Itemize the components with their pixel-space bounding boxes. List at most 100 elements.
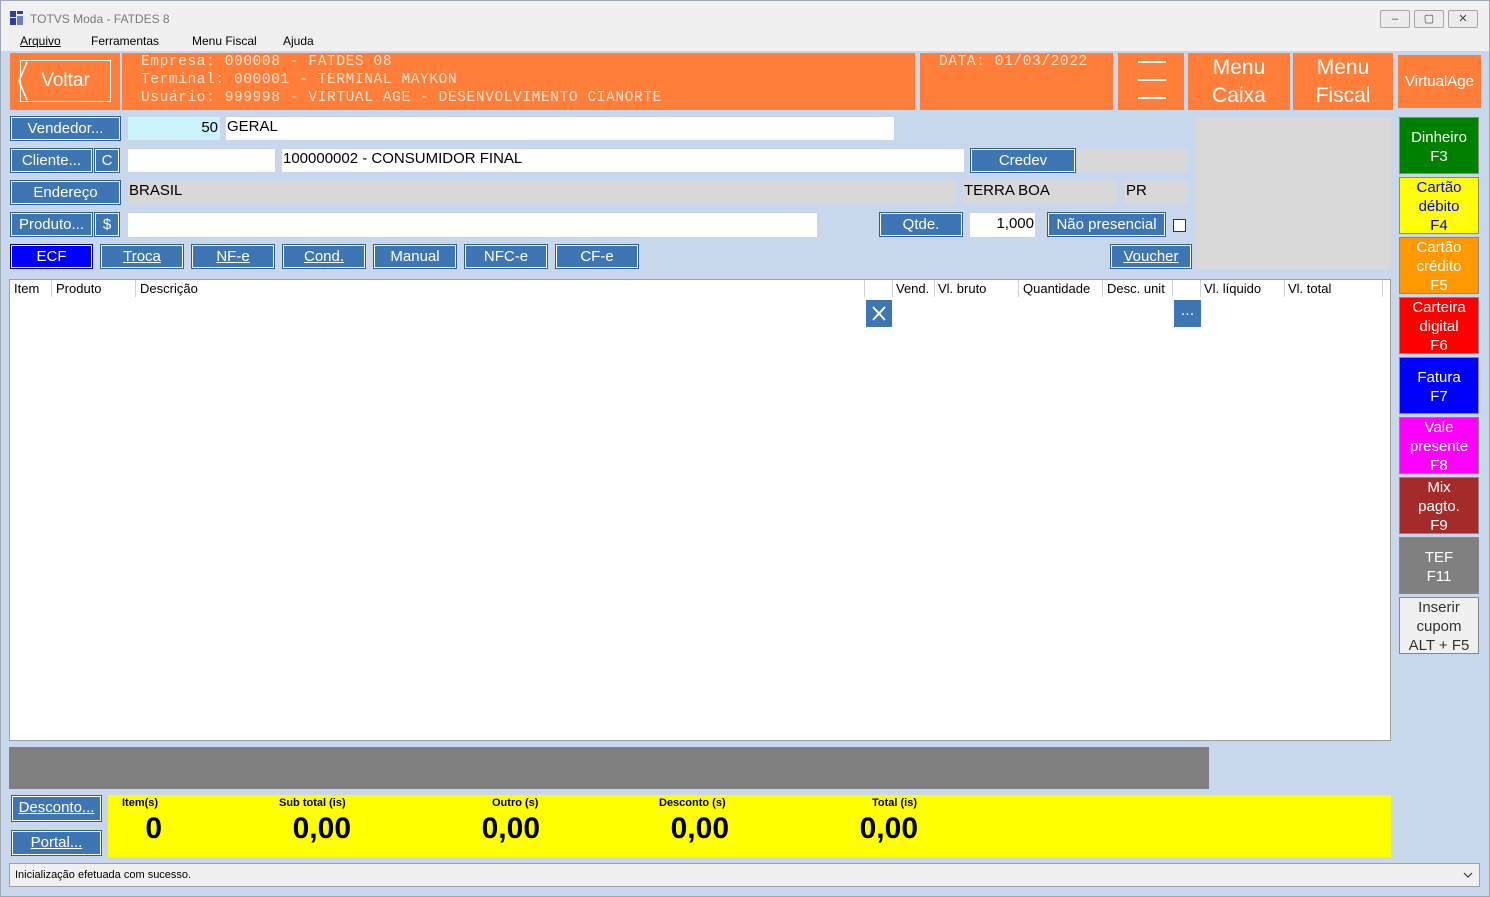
cliente-button[interactable]: Cliente... — [10, 148, 93, 173]
hamburger-menu-button[interactable] — [1118, 53, 1184, 110]
menu-arquivo[interactable]: Arquivo — [20, 34, 61, 48]
cliente-code-field[interactable] — [128, 149, 275, 172]
voucher-button[interactable]: Voucher — [1110, 244, 1192, 269]
col-separator — [864, 280, 865, 297]
subtotal-value: 0,00 — [292, 812, 351, 845]
status-message: Inicialização efetuada com sucesso. — [15, 869, 192, 881]
ecf-button[interactable]: ECF — [10, 244, 93, 269]
menu-ajuda[interactable]: Ajuda — [283, 34, 314, 48]
more-options-button[interactable]: ... — [1174, 300, 1201, 327]
payment-button-1[interactable]: Cartão débito F4 — [1399, 177, 1479, 234]
col-header-item[interactable]: Item — [14, 281, 39, 296]
payment-button-label: crédito — [1416, 258, 1462, 275]
desconto-label: Desconto (s) — [659, 797, 726, 809]
customer-photo-panel — [1196, 117, 1391, 269]
payment-button-label: Mix — [1427, 479, 1451, 496]
remove-item-icon[interactable] — [866, 300, 892, 327]
produto-button[interactable]: Produto... — [10, 212, 93, 237]
menu-ferramentas[interactable]: Ferramentas — [91, 34, 159, 48]
totals-panel: Item(s) 0 Sub total (is) 0,00 Outro (s) … — [108, 795, 1391, 857]
payment-button-label: Carteira — [1412, 299, 1466, 316]
payment-button-6[interactable]: Mix pagto. F9 — [1399, 477, 1479, 534]
payment-button-3[interactable]: Carteira digital F6 — [1399, 297, 1479, 354]
col-header-vl-total[interactable]: Vl. total — [1288, 281, 1331, 296]
cond-button[interactable]: Cond. — [282, 244, 366, 269]
col-separator — [1382, 280, 1383, 297]
col-header-desc-unit[interactable]: Desc. unit — [1107, 281, 1165, 296]
payment-button-label: cupom — [1416, 618, 1462, 635]
portal-button[interactable]: Portal... — [11, 830, 102, 856]
col-separator — [1018, 280, 1019, 297]
menu-fiscal-label-2: Fiscal — [1315, 84, 1371, 107]
payment-button-label: ALT + F5 — [1408, 637, 1470, 654]
produto-price-button[interactable]: $ — [94, 212, 120, 237]
minimize-button[interactable]: – — [1380, 10, 1410, 28]
col-header-descricao[interactable]: Descrição — [140, 281, 198, 296]
items-grid[interactable] — [9, 279, 1391, 741]
outro-label: Outro (s) — [492, 797, 539, 809]
app-icon — [10, 11, 23, 25]
payment-button-label: F9 — [1430, 517, 1448, 534]
payment-button-4[interactable]: Fatura F7 — [1399, 357, 1479, 414]
terminal-label: Terminal: 000001 - TERMINAL MAYKON — [141, 72, 458, 88]
manual-button[interactable]: Manual — [373, 244, 457, 269]
col-header-vl-bruto[interactable]: Vl. bruto — [938, 281, 986, 296]
nfce-button[interactable]: NFC-e — [464, 244, 548, 269]
col-separator — [892, 280, 893, 297]
nao-presencial-button[interactable]: Não presencial — [1047, 212, 1166, 237]
payment-button-5[interactable]: Vale presente F8 — [1399, 417, 1479, 474]
itens-value: 0 — [145, 812, 162, 845]
nfe-button[interactable]: NF-e — [191, 244, 275, 269]
vendedor-code-field[interactable]: 50 — [128, 117, 220, 140]
col-header-vend[interactable]: Vend. — [896, 281, 929, 296]
cliente-name-field[interactable]: 100000002 - CONSUMIDOR FINAL — [282, 149, 964, 172]
col-header-produto[interactable]: Produto — [56, 281, 102, 296]
payment-button-label: débito — [1418, 198, 1460, 215]
endereco-button[interactable]: Endereço — [10, 180, 121, 205]
subtotal-label: Sub total (is) — [279, 797, 346, 809]
menu-fiscal[interactable]: Menu Fiscal — [192, 34, 257, 48]
chevron-down-icon[interactable] — [1463, 872, 1473, 879]
payment-button-label: F8 — [1430, 457, 1448, 474]
payment-button-2[interactable]: Cartão crédito F5 — [1399, 237, 1479, 294]
credev-button[interactable]: Credev — [970, 148, 1076, 173]
back-chevron-icon — [18, 61, 28, 101]
menu-fiscal-button[interactable]: Menu Fiscal — [1293, 53, 1393, 110]
hamburger-icon-line — [1138, 97, 1166, 99]
payment-button-label: Fatura — [1417, 368, 1461, 386]
col-header-quantidade[interactable]: Quantidade — [1023, 281, 1090, 296]
col-header-vl-liquido[interactable]: Vl. líquido — [1204, 281, 1261, 296]
payment-button-label: F3 — [1430, 147, 1448, 165]
payment-button-8[interactable]: Inserir cupom ALT + F5 — [1399, 597, 1479, 654]
payment-button-label: Cartão — [1416, 179, 1462, 196]
qtde-button[interactable]: Qtde. — [879, 212, 963, 237]
close-window-button[interactable]: ✕ — [1448, 10, 1478, 28]
produto-search-input[interactable] — [128, 213, 817, 237]
payment-button-label: TEF — [1424, 548, 1454, 566]
menu-caixa-button[interactable]: Menu Caixa — [1188, 53, 1290, 110]
maximize-button[interactable]: ▢ — [1414, 10, 1444, 28]
col-separator — [135, 280, 136, 297]
vendedor-name-field[interactable]: GERAL — [226, 117, 894, 140]
payment-button-7[interactable]: TEF F11 — [1399, 537, 1479, 594]
col-separator — [934, 280, 935, 297]
troca-button[interactable]: Troca — [100, 244, 184, 269]
cfe-button[interactable]: CF-e — [555, 244, 639, 269]
message-bar — [9, 747, 1209, 789]
qtde-input[interactable]: 1,000 — [970, 213, 1035, 237]
virtualage-button[interactable]: VirtualAge — [1398, 55, 1481, 108]
nao-presencial-checkbox[interactable] — [1173, 219, 1186, 232]
total-label: Total (is) — [872, 797, 918, 809]
payment-button-0[interactable]: Dinheiro F3 — [1399, 117, 1479, 174]
date-label: DATA: 01/03/2022 — [939, 54, 1088, 70]
empresa-label: Empresa: 000008 - FATDES 08 — [141, 54, 393, 70]
payment-button-label: Vale — [1424, 419, 1454, 436]
vendedor-button[interactable]: Vendedor... — [10, 116, 121, 141]
desconto-button[interactable]: Desconto... — [11, 795, 102, 822]
itens-label: Item(s) — [122, 797, 159, 809]
payment-button-label: F4 — [1430, 217, 1448, 234]
payment-button-label: F7 — [1430, 387, 1448, 405]
col-separator — [1102, 280, 1103, 297]
cliente-c-button[interactable]: C — [94, 148, 120, 173]
status-bar: Inicialização efetuada com sucesso. — [9, 863, 1480, 887]
